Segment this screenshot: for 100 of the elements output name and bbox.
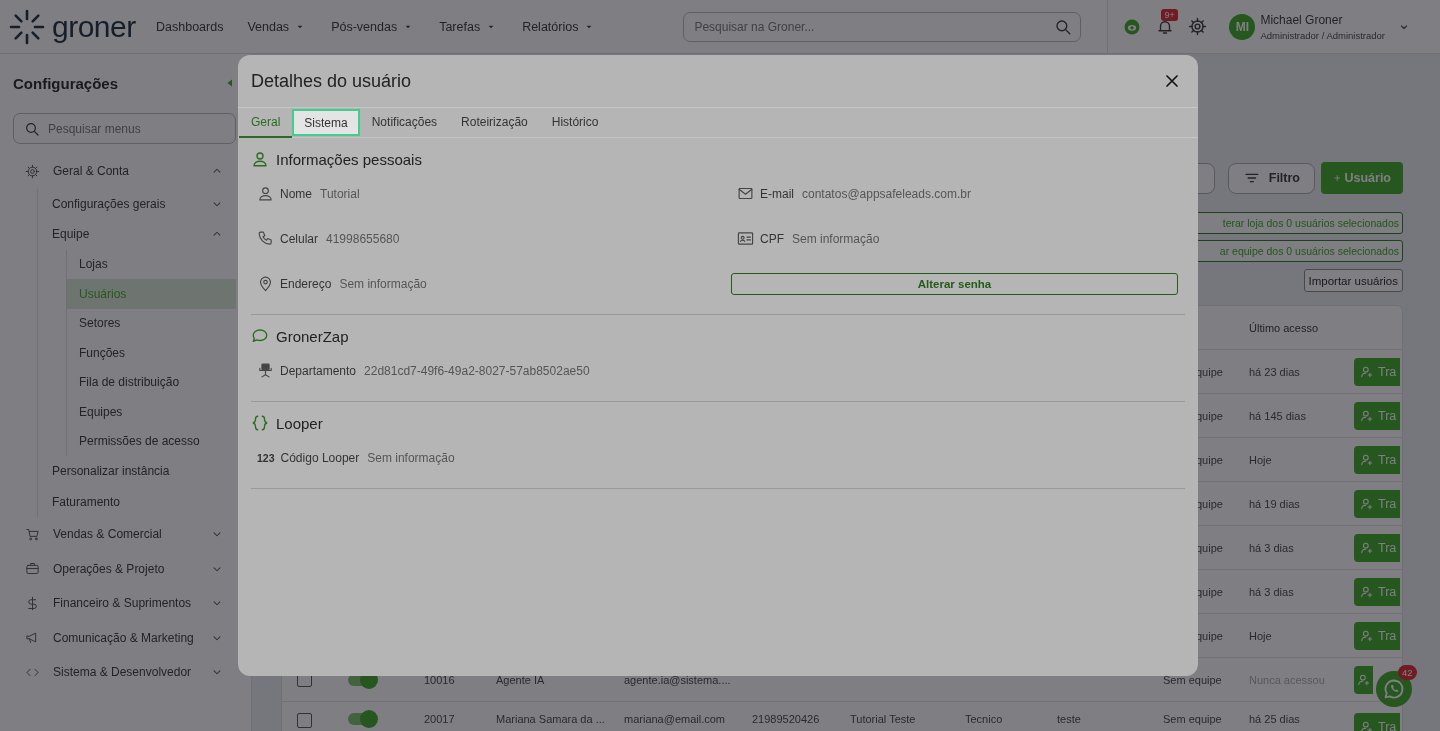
field-value: 41998655680	[326, 231, 400, 246]
search-input[interactable]: Pesquisar na Groner...	[692, 15, 1055, 38]
chat-bubble-icon	[251, 327, 269, 345]
table-cell-text: Hoje	[1249, 453, 1273, 466]
field-label: Celular	[280, 231, 318, 246]
settings-icon	[1188, 17, 1208, 36]
transfer-button[interactable]: Tra	[1354, 621, 1400, 650]
checkbox[interactable]	[297, 713, 312, 728]
sidebar-item[interactable]: Operações & Projeto	[0, 551, 236, 586]
table-cell-text: há 19 dias	[1249, 497, 1301, 510]
person-plus-icon	[1360, 496, 1374, 511]
number-icon: 123	[257, 451, 275, 464]
change-password-button[interactable]: Alterar senha	[731, 272, 1178, 295]
chat-badge: 42	[1398, 665, 1417, 680]
field-value: 22d81cd7-49f6-49a2-8027-57ab8502ae50	[364, 363, 590, 378]
person-icon	[251, 150, 269, 168]
tab[interactable]: Sistema	[292, 109, 360, 136]
nav-menu-item[interactable]: Vendas	[247, 19, 308, 34]
table-cell-text: 10016	[424, 673, 456, 686]
tab[interactable]: Notificações	[359, 108, 450, 138]
tab[interactable]: Roteirização	[449, 108, 540, 138]
notification-badge: 9+	[1161, 8, 1178, 21]
transfer-button[interactable]	[1354, 665, 1373, 694]
nav-menu-item[interactable]: Pós-vendas	[331, 19, 416, 34]
braces-icon	[251, 414, 269, 432]
sidebar-item[interactable]: Faturamento	[38, 486, 236, 517]
field-label: E-mail	[760, 186, 794, 201]
table-cell-text: Sem equipe	[1163, 713, 1223, 725]
table-cell-text: agente.ia@sistema....	[624, 673, 732, 686]
table-cell-text: Mariana Samara da ...	[496, 713, 606, 725]
sidebar-item[interactable]: Comunicação & Marketing	[0, 620, 236, 655]
transfer-button[interactable]: Tra	[1354, 445, 1400, 474]
field-value: Sem informação	[367, 450, 455, 465]
table-cell-text: Agente IA	[496, 673, 546, 686]
section-title: Looper	[276, 414, 323, 432]
location-pin-icon	[257, 275, 274, 292]
transfer-button[interactable]: Tra	[1354, 489, 1400, 518]
table-cell-text: há 3 dias	[1249, 585, 1295, 598]
logo-text: groner	[52, 9, 136, 44]
table-cell-text: Sem equipe	[1163, 673, 1223, 686]
search-icon	[1054, 17, 1073, 36]
sidebar-item[interactable]: Setores	[67, 308, 236, 338]
person-plus-icon	[1357, 672, 1371, 687]
person-plus-icon	[1360, 540, 1374, 555]
tab[interactable]: Histórico	[539, 108, 611, 138]
toggle-switch[interactable]	[348, 713, 376, 725]
table-cell-text: há 25 dias	[1249, 713, 1301, 725]
field-label: CPF	[760, 231, 784, 246]
gear-icon	[25, 163, 40, 179]
sidebar-item[interactable]: Funções	[67, 338, 236, 368]
transfer-button[interactable]: Tra	[1354, 401, 1400, 430]
nav-menu-item[interactable]: Tarefas	[439, 19, 499, 34]
import-button[interactable]: Importar usuários	[1303, 269, 1403, 292]
table-cell-text: há 145 dias	[1249, 409, 1307, 422]
avatar: MI	[1229, 13, 1256, 40]
filter-button[interactable]: Filtro	[1228, 162, 1315, 194]
column-header: Último acesso	[1249, 321, 1320, 334]
search-bar[interactable]: Pesquisar menus	[13, 113, 236, 144]
dialog-title: Detalhes do usuário	[251, 70, 412, 92]
transfer-button[interactable]: Tra	[1354, 533, 1400, 562]
sidebar-item[interactable]: Sistema & Desenvolvedor	[0, 655, 236, 690]
sidebar-item[interactable]: Fila de distribuição	[67, 367, 236, 397]
transfer-button[interactable]: Tra	[1354, 357, 1400, 386]
table-cell-text: há 3 dias	[1249, 541, 1295, 554]
field-label: Departamento	[280, 363, 357, 378]
nav-menu-item[interactable]: Relatórios	[522, 19, 597, 34]
field-label: Endereço	[280, 276, 332, 291]
table-cell-text: 20017	[424, 713, 456, 725]
section-title: Informações pessoais	[276, 150, 422, 168]
sidebar-item[interactable]: Geral & Conta	[0, 154, 236, 189]
search-input[interactable]: Pesquisar menus	[46, 117, 225, 140]
sidebar-item[interactable]: Equipes	[67, 397, 236, 427]
cart-icon	[25, 526, 40, 542]
person-plus-icon	[1360, 720, 1374, 731]
add-user-button[interactable]: Usuário	[1321, 162, 1403, 194]
sidebar-item[interactable]: Personalizar instância	[38, 456, 236, 487]
id-card-icon	[737, 230, 754, 247]
sidebar-item[interactable]: Equipe	[38, 219, 236, 250]
field-label: Nome	[280, 186, 312, 201]
table-cell-text: teste	[1057, 713, 1082, 725]
search-bar[interactable]: Pesquisar na Groner...	[683, 11, 1082, 42]
table-cell-text: Tutorial Teste	[850, 713, 917, 725]
transfer-button[interactable]: Tra	[1354, 577, 1400, 606]
office-chair-icon	[257, 362, 274, 379]
person-plus-icon	[1360, 408, 1374, 423]
sidebar-item[interactable]: Financeiro & Suprimentos	[0, 586, 236, 621]
logo-icon	[8, 7, 46, 46]
field-label: Código Looper	[280, 450, 360, 465]
sidebar-item[interactable]: Vendas & Comercial	[0, 517, 236, 552]
table-cell-text: mariana@email.com	[624, 713, 727, 725]
transfer-button[interactable]: Tra	[1354, 713, 1400, 731]
sidebar-item[interactable]: Permissões de acesso	[67, 426, 236, 456]
mail-icon	[737, 185, 754, 202]
field-value: contatos@appsafeleads.com.br	[802, 186, 971, 201]
sidebar-item[interactable]: Configurações gerais	[38, 188, 236, 219]
section-title: GronerZap	[276, 327, 349, 345]
briefcase-icon	[25, 561, 40, 577]
table-cell-text: há 23 dias	[1249, 365, 1301, 378]
nav-menu-item[interactable]: Dashboards	[156, 19, 224, 34]
sidebar-item[interactable]: Lojas	[67, 249, 236, 279]
